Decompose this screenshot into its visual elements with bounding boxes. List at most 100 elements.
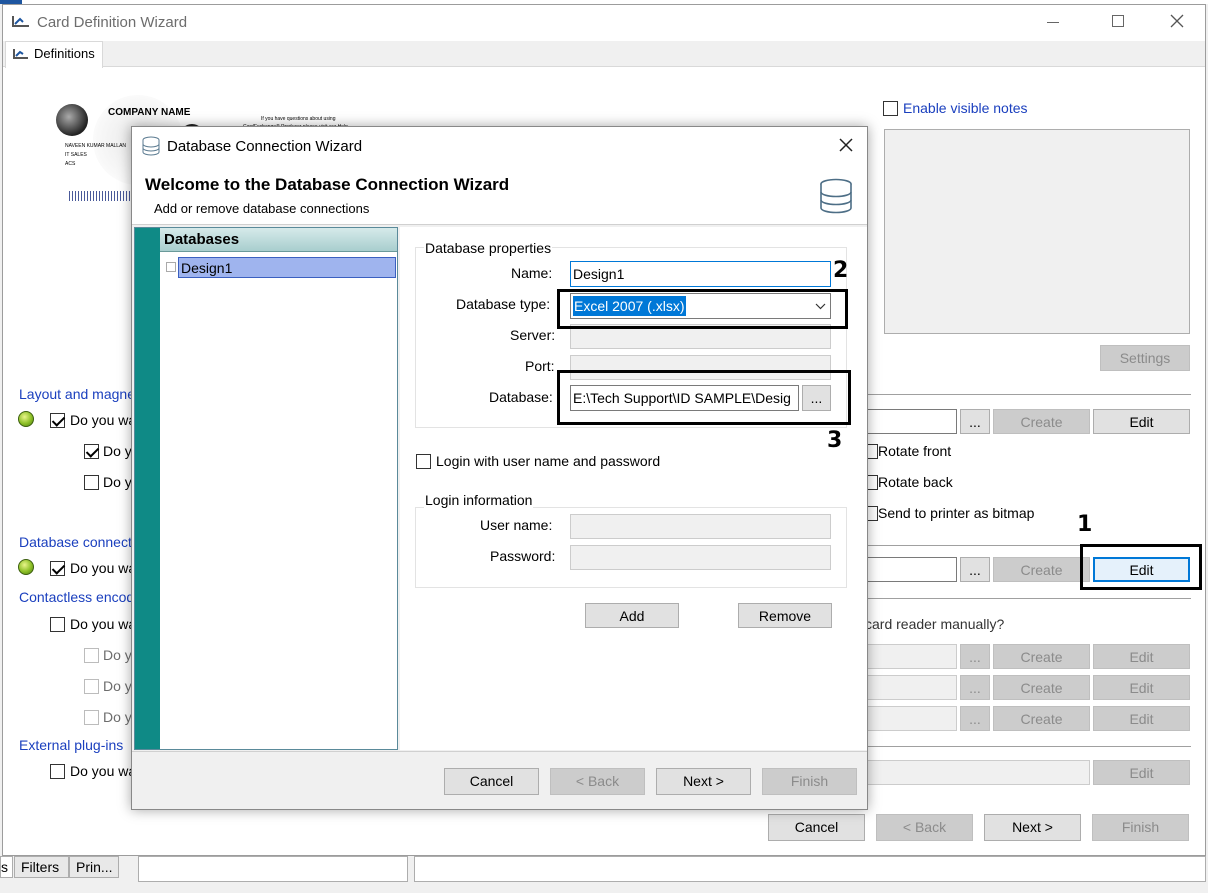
- section-plugins: External plug-ins: [19, 737, 124, 753]
- bottom-field-2[interactable]: [414, 856, 1206, 882]
- dialog-title: Database Connection Wizard: [167, 138, 363, 155]
- title-bar: Card Definition Wizard: [3, 5, 1205, 41]
- enable-notes-checkbox[interactable]: [883, 101, 898, 116]
- notes-area[interactable]: [884, 129, 1190, 334]
- layout-question: Do you wa: [70, 412, 137, 428]
- layout-edit-button[interactable]: Edit: [1093, 409, 1190, 434]
- remove-button[interactable]: Remove: [738, 603, 832, 628]
- database-label: Database:: [489, 389, 553, 405]
- contactless-create-2[interactable]: Create: [993, 675, 1090, 700]
- contactless-create-1[interactable]: Create: [993, 644, 1090, 669]
- layout-sub-checkbox-2[interactable]: [84, 475, 99, 490]
- dialog-back-button[interactable]: < Back: [550, 768, 645, 795]
- user-label: User name:: [480, 517, 553, 533]
- tab-strip: [3, 41, 1205, 67]
- plugins-field[interactable]: [863, 760, 1090, 785]
- bottom-tab-print[interactable]: Prin...: [69, 856, 119, 878]
- layout-sub-question-1: Do y: [103, 443, 132, 459]
- database-icon: [142, 136, 160, 156]
- annotation-number-3: 3: [827, 428, 843, 453]
- rotate-front-label: Rotate front: [878, 443, 952, 459]
- layout-file-field[interactable]: [863, 409, 957, 434]
- main-back-button[interactable]: < Back: [876, 814, 973, 841]
- database-checkbox[interactable]: [50, 561, 65, 576]
- contactless-browse-2[interactable]: ...: [960, 675, 990, 700]
- name-input[interactable]: Design1: [570, 261, 831, 287]
- port-label: Port:: [525, 358, 555, 374]
- settings-button[interactable]: Settings: [1100, 345, 1190, 371]
- database-create-button[interactable]: Create: [993, 557, 1090, 582]
- database-browse-button[interactable]: ...: [960, 557, 990, 582]
- contactless-question: Do you wa: [70, 616, 137, 632]
- annotation-number-2: 2: [833, 258, 849, 283]
- contactless-sub-checkbox-2[interactable]: [84, 679, 99, 694]
- dialog-finish-button[interactable]: Finish: [762, 768, 857, 795]
- contactless-browse-3[interactable]: ...: [960, 706, 990, 731]
- card-person-name: NAVEEN KUMAR MALLAN: [65, 143, 127, 149]
- tab-definitions[interactable]: Definitions: [5, 41, 103, 68]
- bottom-field-1[interactable]: [138, 856, 408, 882]
- contactless-field-3[interactable]: [863, 706, 957, 731]
- layout-create-button[interactable]: Create: [993, 409, 1090, 434]
- dialog-heading: Welcome to the Database Connection Wizar…: [145, 175, 510, 194]
- contactless-edit-2[interactable]: Edit: [1093, 675, 1190, 700]
- dialog-next-button[interactable]: Next >: [656, 768, 751, 795]
- layout-browse-button[interactable]: ...: [960, 409, 990, 434]
- user-input[interactable]: [570, 514, 831, 539]
- main-cancel-button[interactable]: Cancel: [768, 814, 865, 841]
- contactless-field-1[interactable]: [863, 644, 957, 669]
- layout-sub-question-2: Do y: [103, 474, 132, 490]
- card-code: ACS: [65, 161, 76, 167]
- list-item[interactable]: Design1: [178, 257, 396, 278]
- main-next-button[interactable]: Next >: [984, 814, 1081, 841]
- contactless-sub-question-1: Do y: [103, 647, 132, 663]
- bottom-tab-filters[interactable]: Filters: [14, 856, 69, 878]
- main-finish-button[interactable]: Finish: [1092, 814, 1189, 841]
- layout-sub-checkbox-1[interactable]: [84, 444, 99, 459]
- dialog-subheading: Add or remove database connections: [154, 201, 370, 216]
- contactless-edit-3[interactable]: Edit: [1093, 706, 1190, 731]
- plugins-checkbox[interactable]: [50, 764, 65, 779]
- props-group-label: Database properties: [424, 240, 553, 256]
- bottom-tab-partial[interactable]: s: [0, 856, 13, 878]
- plugins-edit-button[interactable]: Edit: [1093, 760, 1190, 785]
- annotation-box-1: [1080, 544, 1202, 590]
- barcode: [69, 191, 139, 201]
- card-dept: IT SALES: [65, 152, 87, 158]
- add-button[interactable]: Add: [585, 603, 679, 628]
- minimize-button[interactable]: [1047, 22, 1059, 23]
- send-bitmap-label: Send to printer as bitmap: [878, 505, 1035, 521]
- contactless-sub-checkbox-1[interactable]: [84, 648, 99, 663]
- contactless-browse-1[interactable]: ...: [960, 644, 990, 669]
- close-icon[interactable]: [1170, 14, 1184, 28]
- name-label: Name:: [511, 265, 553, 281]
- db-item-expander[interactable]: [166, 262, 176, 272]
- contactless-field-2[interactable]: [863, 675, 957, 700]
- tab-definitions-label: Definitions: [34, 46, 95, 61]
- divider: [132, 751, 867, 752]
- dialog-cancel-button[interactable]: Cancel: [444, 768, 539, 795]
- login-checkbox[interactable]: [416, 454, 431, 469]
- contactless-edit-1[interactable]: Edit: [1093, 644, 1190, 669]
- server-label: Server:: [510, 327, 556, 343]
- layout-checkbox[interactable]: [50, 413, 65, 428]
- contactless-create-3[interactable]: Create: [993, 706, 1090, 731]
- dialog-close-icon[interactable]: [839, 138, 853, 152]
- maximize-button[interactable]: [1112, 15, 1124, 27]
- database-file-field[interactable]: [863, 557, 957, 582]
- contactless-checkbox[interactable]: [50, 617, 65, 632]
- contactless-sub-question-2: Do y: [103, 678, 132, 694]
- annotation-box-3: [557, 370, 851, 425]
- status-ok-icon: [18, 411, 34, 427]
- contactless-sub-checkbox-3[interactable]: [84, 710, 99, 725]
- globe-logo: [56, 104, 88, 136]
- database-wizard-dialog: Database Connection Wizard Welcome to th…: [131, 126, 868, 810]
- password-input[interactable]: [570, 545, 831, 570]
- database-question: Do you wa: [70, 560, 137, 576]
- password-label: Password:: [490, 548, 556, 564]
- window-title: Card Definition Wizard: [37, 14, 188, 31]
- type-label: Database type:: [456, 296, 551, 312]
- status-ok-icon: [18, 559, 34, 575]
- dialog-header: Database Connection Wizard Welcome to th…: [132, 127, 867, 225]
- rotate-back-label: Rotate back: [878, 474, 953, 490]
